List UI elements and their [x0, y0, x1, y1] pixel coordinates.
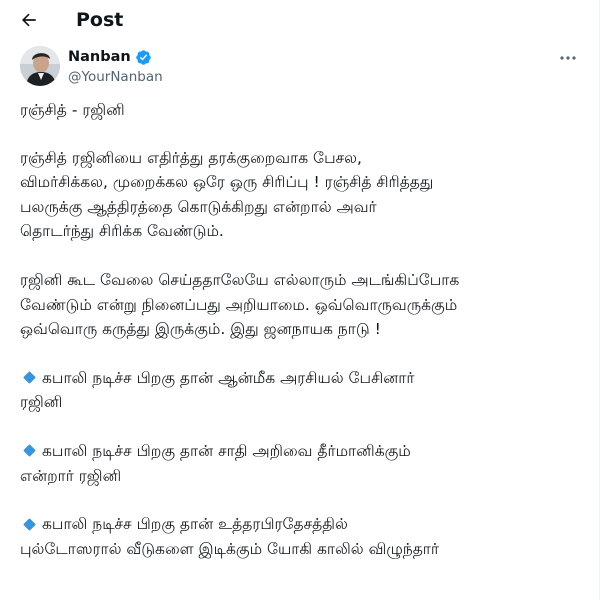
bullet-text-line-2: புல்டோஸரால் வீடுகளை இடிக்கும் யோகி காலில… [20, 539, 440, 558]
post-page: Post Nanban @YourNanban ரஞ்சித் - ரஜினி … [0, 0, 600, 600]
bullet-item: கபாலி நடிச்ச பிறகு தான் உத்தரபிரதேசத்தில… [20, 512, 580, 561]
bullet-text-line-1: கபாலி நடிச்ச பிறகு தான் உத்தரபிரதேசத்தில… [42, 515, 348, 534]
post-text: ரஞ்சித் - ரஜினி ரஞ்சித் ரஜினியை எதிர்த்த… [20, 98, 580, 585]
blue-diamond-icon [23, 517, 36, 531]
verified-badge-icon [135, 49, 152, 66]
back-button[interactable] [14, 6, 44, 34]
user-handle[interactable]: @YourNanban [68, 68, 163, 86]
display-name[interactable]: Nanban [68, 48, 131, 66]
more-options-button[interactable] [556, 48, 580, 68]
post-author: Nanban @YourNanban [20, 46, 580, 90]
bullet-text-line-2: என்றார் ரஜினி [20, 466, 122, 485]
more-options-icon [560, 56, 576, 60]
bullet-item: கபாலி நடிச்ச பிறகு தான் ஆன்மீக அரசியல் ப… [20, 366, 580, 415]
blue-diamond-icon [23, 444, 36, 458]
top-bar: Post [0, 0, 600, 40]
blue-diamond-icon [23, 371, 36, 385]
bullet-text-line-1: கபாலி நடிச்ச பிறகு தான் சாதி அறிவை தீர்ம… [42, 441, 411, 460]
back-arrow-icon [22, 13, 36, 27]
post-paragraph-1: ரஞ்சித் ரஜினியை எதிர்த்து தரக்குறைவாக பே… [20, 148, 434, 241]
page-title: Post [76, 9, 124, 31]
avatar-image [20, 46, 60, 86]
bullet-text-line-2: ரஜினி [20, 393, 63, 412]
bullet-item: கபாலி நடிச்ச பிறகு தான் சாதி அறிவை தீர்ம… [20, 439, 580, 488]
bullet-text-line-1: கபாலி நடிச்ச பிறகு தான் ஆன்மீக அரசியல் ப… [42, 368, 415, 387]
post-paragraph-2: ரஜினி கூட வேலை செய்ததாலேயே எல்லாரும் அடங… [20, 270, 460, 339]
name-row: Nanban [68, 48, 152, 66]
post-title-line: ரஞ்சித் - ரஜினி [20, 101, 125, 119]
avatar[interactable] [20, 46, 60, 86]
